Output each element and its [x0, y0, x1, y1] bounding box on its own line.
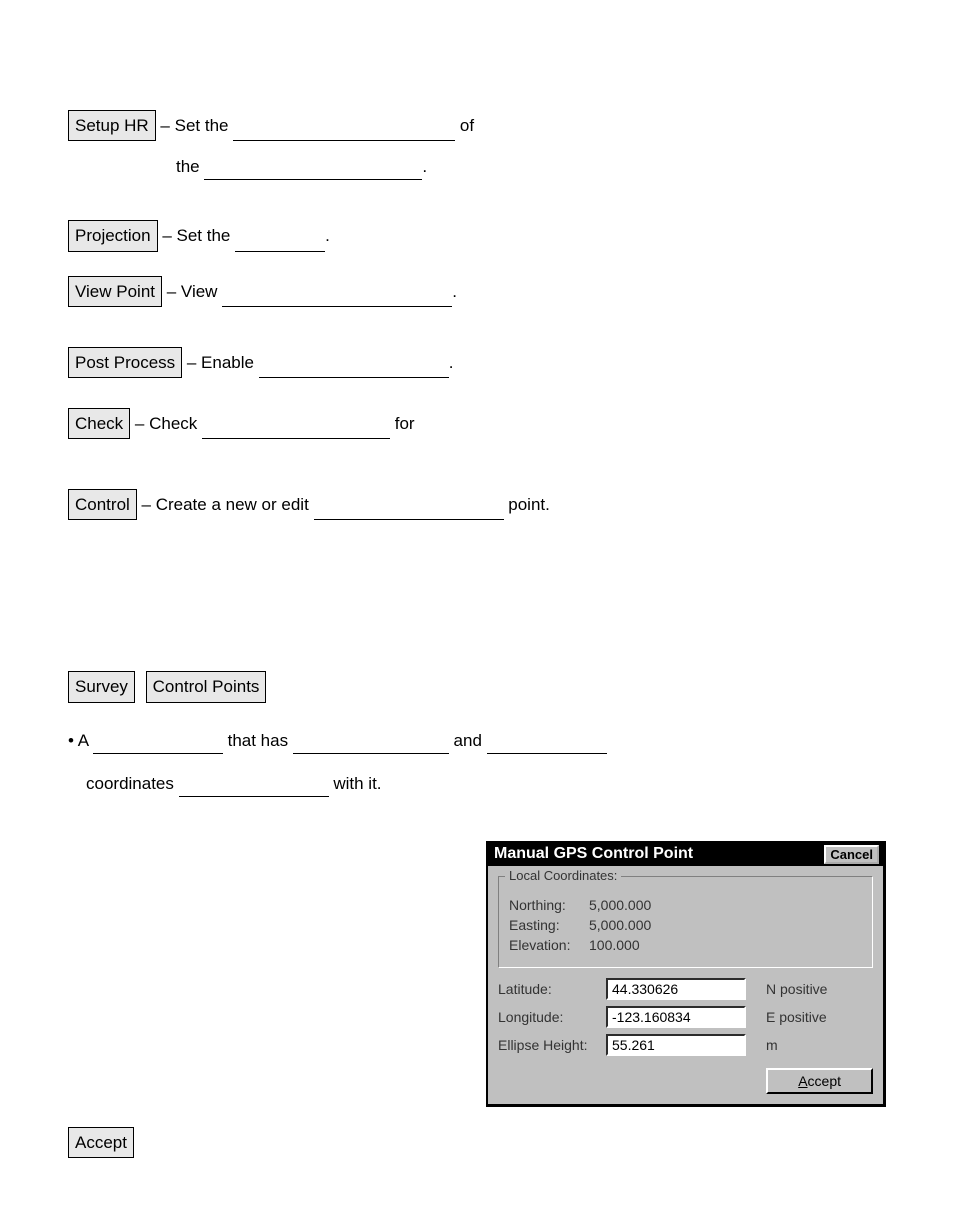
- easting-label: Easting:: [509, 917, 589, 933]
- cancel-button[interactable]: Cancel: [824, 845, 879, 864]
- desc1-b1: [93, 735, 223, 754]
- check-button[interactable]: Check: [68, 408, 130, 439]
- longitude-hint: E positive: [766, 1009, 827, 1025]
- postprocess-blank: [259, 359, 449, 378]
- dialog-titlebar: Manual GPS Control Point Cancel: [488, 843, 883, 866]
- setup-hr-dash: – Set the: [156, 116, 234, 135]
- northing-value: 5,000.000: [589, 897, 862, 913]
- control-post: point: [504, 495, 546, 514]
- setup-hr-blank-2: [204, 162, 422, 181]
- row-survey-buttons: Survey Control Points: [68, 671, 886, 702]
- check-blank: [202, 420, 390, 439]
- postprocess-button[interactable]: Post Process: [68, 347, 182, 378]
- elevation-label: Elevation:: [509, 937, 589, 953]
- viewpoint-blank: [222, 288, 452, 307]
- longitude-input[interactable]: [606, 1006, 746, 1028]
- desc2-pre: coordinates: [86, 774, 179, 793]
- row-accept: Accept: [68, 1127, 886, 1158]
- desc1-b3: [487, 735, 607, 754]
- latitude-input[interactable]: [606, 978, 746, 1000]
- dialog-accept-button[interactable]: Accept: [766, 1068, 873, 1094]
- viewpoint-button[interactable]: View Point: [68, 276, 162, 307]
- local-coords-legend: Local Coordinates:: [505, 868, 621, 883]
- check-post: for: [390, 414, 415, 433]
- control-points-button[interactable]: Control Points: [146, 671, 267, 702]
- dialog-title-text: Manual GPS Control Point: [494, 845, 693, 863]
- setup-hr-l2-pre: the: [176, 157, 204, 176]
- row-check: Check – Check for: [68, 408, 886, 439]
- longitude-label: Longitude:: [498, 1009, 606, 1025]
- desc2-b1: [179, 778, 329, 797]
- row-control: Control – Create a new or edit point.: [68, 489, 886, 520]
- setup-hr-button[interactable]: Setup HR: [68, 110, 156, 141]
- postprocess-dash: – Enable: [182, 353, 259, 372]
- latitude-hint: N positive: [766, 981, 827, 997]
- row-setup-hr-2: the .: [68, 153, 886, 180]
- projection-button[interactable]: Projection: [68, 220, 158, 251]
- row-projection: Projection – Set the .: [68, 220, 886, 251]
- manual-gps-dialog: Manual GPS Control Point Cancel Local Co…: [486, 841, 886, 1107]
- desc1-mid2: and: [449, 731, 487, 750]
- row-postprocess: Post Process – Enable .: [68, 347, 886, 378]
- row-desc1: • A that has and: [68, 727, 886, 754]
- elevation-value: 100.000: [589, 937, 862, 953]
- viewpoint-dash: – View: [162, 282, 222, 301]
- control-dash: – Create a new or edit: [137, 495, 314, 514]
- desc1-pre: • A: [68, 731, 93, 750]
- ellipse-height-input[interactable]: [606, 1034, 746, 1056]
- survey-button[interactable]: Survey: [68, 671, 135, 702]
- ellipse-height-label: Ellipse Height:: [498, 1037, 606, 1053]
- control-button[interactable]: Control: [68, 489, 137, 520]
- row-viewpoint: View Point – View .: [68, 276, 886, 307]
- local-coords-group: Local Coordinates: Northing: 5,000.000 E…: [498, 876, 873, 968]
- check-dash: – Check: [130, 414, 202, 433]
- row-setup-hr: Setup HR – Set the of: [68, 110, 886, 141]
- desc1-b2: [293, 735, 449, 754]
- control-blank: [314, 502, 504, 521]
- accept-button[interactable]: Accept: [68, 1127, 134, 1158]
- setup-hr-blank: [233, 123, 455, 142]
- projection-blank: [235, 233, 325, 252]
- desc2-post: with it.: [329, 774, 382, 793]
- desc1-mid: that has: [223, 731, 293, 750]
- easting-value: 5,000.000: [589, 917, 862, 933]
- ellipse-height-hint: m: [766, 1037, 778, 1053]
- row-desc2: coordinates with it.: [86, 770, 886, 797]
- projection-dash: – Set the: [158, 226, 236, 245]
- latitude-label: Latitude:: [498, 981, 606, 997]
- northing-label: Northing:: [509, 897, 589, 913]
